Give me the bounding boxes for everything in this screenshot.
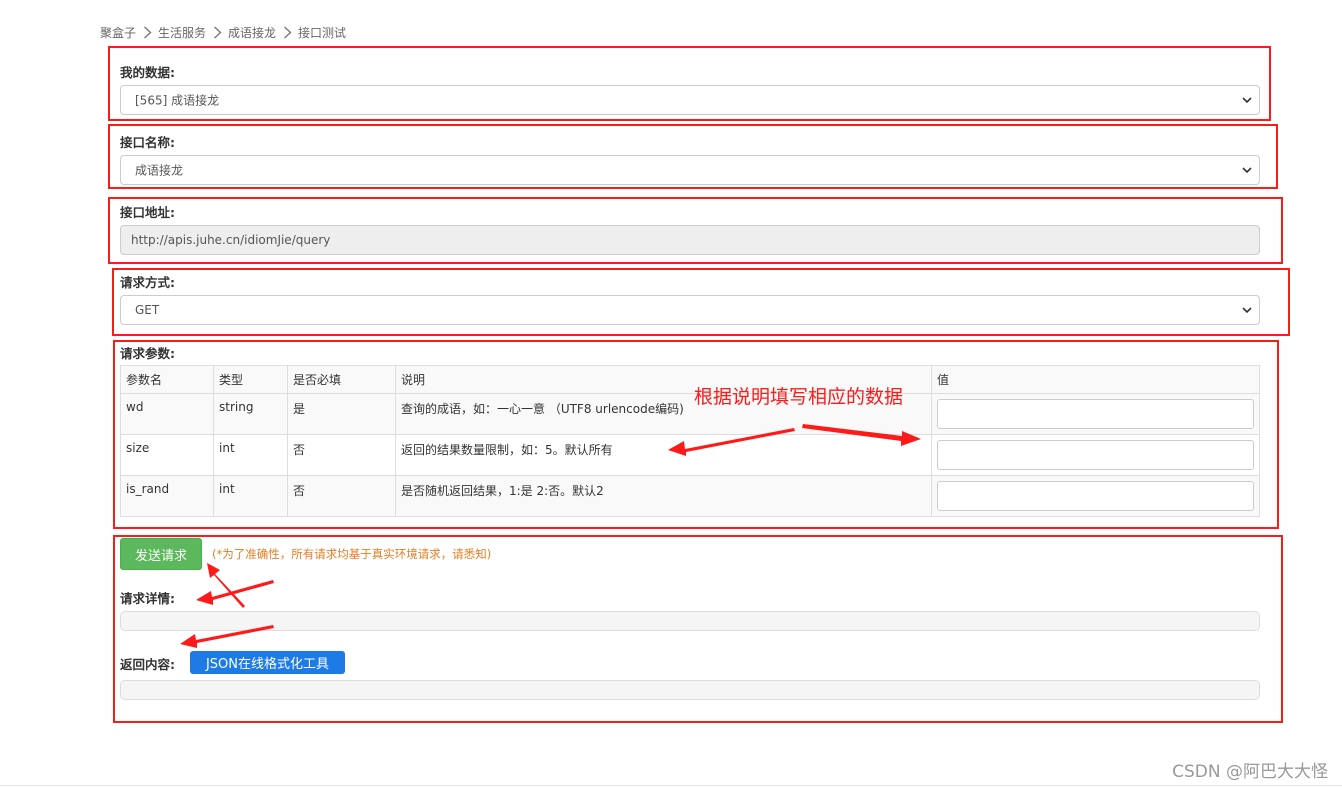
header-required: 是否必填 [287,365,396,394]
my-data-select-value: [565] 成语接龙 [135,93,220,108]
api-name-select-value: 成语接龙 [135,163,184,178]
param-name-cell: wd [120,393,214,435]
api-name-select[interactable]: 成语接龙 [120,155,1260,185]
response-label: 返回内容: [120,657,175,672]
header-value: 值 [931,365,1260,394]
param-type-cell: int [213,434,288,476]
api-name-label: 接口名称: [120,135,175,150]
chevron-right-icon [206,25,228,39]
send-note: (*为了准确性，所有请求均基于真实环境请求，请悉知) [212,547,492,561]
api-url-field: http://apis.juhe.cn/idiomJie/query [120,225,1260,255]
param-desc-cell: 是否随机返回结果，1:是 2:否。默认2 [395,475,932,517]
param-desc-cell: 返回的结果数量限制，如：5。默认所有 [395,434,932,476]
send-request-button[interactable]: 发送请求 [120,538,202,570]
chevron-down-icon [1242,307,1252,314]
param-value-cell [931,475,1260,517]
param-value-input-is-rand[interactable] [937,481,1254,511]
breadcrumb-item-life-services[interactable]: 生活服务 [158,24,206,41]
method-select-value: GET [135,303,160,317]
method-label: 请求方式: [120,275,175,290]
chevron-down-icon [1242,97,1252,104]
param-required-cell: 否 [287,434,396,476]
request-detail-label: 请求详情: [120,591,175,606]
breadcrumb: 聚盒子 生活服务 成语接龙 接口测试 [100,23,346,41]
method-select[interactable]: GET [120,295,1260,325]
chevron-right-icon [276,25,298,39]
api-url-label: 接口地址: [120,205,175,220]
header-type: 类型 [213,365,288,394]
param-name-cell: size [120,434,214,476]
chevron-down-icon [1242,167,1252,174]
breadcrumb-item-idiom-chain[interactable]: 成语接龙 [228,24,276,41]
params-table: 参数名 类型 是否必填 说明 值 wd string 是 查询的成语，如：一心一… [120,365,1260,517]
my-data-select[interactable]: [565] 成语接龙 [120,85,1260,115]
param-type-cell: int [213,475,288,517]
breadcrumb-item-home[interactable]: 聚盒子 [100,24,136,41]
response-bar [120,680,1260,700]
table-row: is_rand int 否 是否随机返回结果，1:是 2:否。默认2 [120,475,1260,517]
request-detail-bar [120,611,1260,631]
param-value-cell [931,393,1260,435]
params-label: 请求参数: [120,346,175,361]
param-type-cell: string [213,393,288,435]
param-value-input-size[interactable] [937,440,1254,470]
bottom-divider [0,785,1342,786]
params-header-row: 参数名 类型 是否必填 说明 值 [120,365,1260,394]
param-value-input-wd[interactable] [937,399,1254,429]
param-required-cell: 否 [287,475,396,517]
table-row: size int 否 返回的结果数量限制，如：5。默认所有 [120,434,1260,476]
watermark-text: CSDN @阿巴大大怪 [1172,762,1328,782]
json-format-tool-button[interactable]: JSON在线格式化工具 [190,651,345,674]
header-param-name: 参数名 [120,365,214,394]
my-data-label: 我的数据: [120,65,175,80]
table-row: wd string 是 查询的成语，如：一心一意 （UTF8 urlencode… [120,393,1260,435]
param-value-cell [931,434,1260,476]
param-required-cell: 是 [287,393,396,435]
annotation-text: 根据说明填写相应的数据 [694,386,904,408]
param-name-cell: is_rand [120,475,214,517]
chevron-right-icon [136,25,158,39]
breadcrumb-item-api-test: 接口测试 [298,25,347,40]
api-url-value: http://apis.juhe.cn/idiomJie/query [131,233,331,247]
